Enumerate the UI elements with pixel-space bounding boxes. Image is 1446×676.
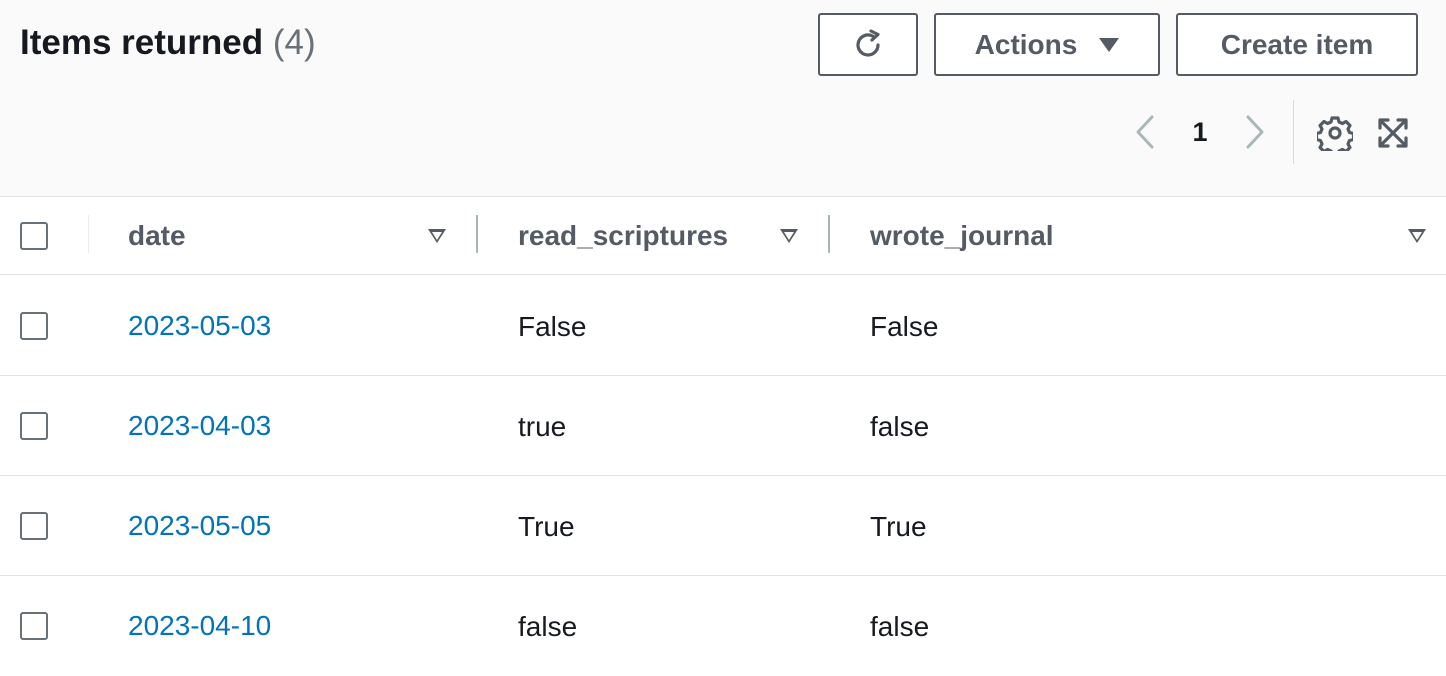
actions-label: Actions (974, 28, 1078, 60)
column-resizer[interactable] (476, 215, 478, 253)
next-page-button[interactable] (1238, 112, 1272, 152)
wrote-journal-cell: false (870, 611, 930, 642)
date-link[interactable]: 2023-04-03 (128, 409, 271, 443)
column-resizer[interactable] (828, 215, 830, 253)
create-item-button[interactable]: Create item (1176, 13, 1418, 76)
read-scriptures-cell: true (518, 411, 567, 442)
table-column-headers: date read_scriptures wrote_journal (0, 197, 1446, 275)
row-checkbox[interactable] (20, 612, 48, 640)
date-link[interactable]: 2023-05-03 (128, 309, 271, 343)
read-scriptures-cell: False (518, 311, 587, 342)
read-scriptures-cell: false (518, 611, 578, 642)
table-row: 2023-05-03 False False (0, 276, 1446, 376)
row-checkbox[interactable] (20, 312, 48, 340)
table-row: 2023-04-10 false false (0, 576, 1446, 676)
item-count: (4) (272, 23, 316, 62)
sort-wrote-journal-icon[interactable] (1408, 229, 1426, 243)
column-header-date[interactable]: date (128, 219, 186, 253)
table-row: 2023-05-05 True True (0, 476, 1446, 576)
preferences-button[interactable] (1314, 112, 1356, 154)
read-scriptures-cell: True (518, 511, 575, 542)
caret-down-icon (1099, 37, 1120, 52)
date-link[interactable]: 2023-05-05 (128, 509, 271, 543)
wrote-journal-cell: false (870, 411, 930, 442)
select-all-checkbox[interactable] (20, 222, 48, 250)
refresh-icon (856, 28, 880, 57)
wrote-journal-cell: False (870, 311, 939, 342)
wrote-journal-cell: True (870, 511, 927, 542)
actions-dropdown-button[interactable]: Actions (934, 13, 1160, 76)
row-checkbox[interactable] (20, 512, 48, 540)
column-header-read-scriptures[interactable]: read_scriptures (518, 219, 728, 253)
page-title: Items returned (4) (20, 22, 316, 64)
column-header-wrote-journal[interactable]: wrote_journal (870, 219, 1054, 253)
table-row: 2023-04-03 true false (0, 376, 1446, 476)
table-header-area: Items returned (4) Actions Create item 1 (0, 0, 1446, 197)
expand-icon (1378, 118, 1408, 148)
previous-page-button[interactable] (1128, 112, 1162, 152)
column-divider (88, 215, 89, 253)
chevron-left-icon (1136, 115, 1154, 149)
current-page-number[interactable]: 1 (1180, 112, 1220, 152)
create-item-label: Create item (1220, 28, 1374, 60)
refresh-button[interactable] (818, 13, 918, 76)
gear-icon (1317, 116, 1353, 151)
sort-date-icon[interactable] (428, 229, 446, 243)
row-checkbox[interactable] (20, 412, 48, 440)
chevron-right-icon (1246, 115, 1264, 149)
title-text: Items returned (20, 23, 264, 62)
fullscreen-button[interactable] (1372, 112, 1414, 154)
sort-read-scriptures-icon[interactable] (780, 229, 798, 243)
pagination-divider (1293, 100, 1294, 164)
date-link[interactable]: 2023-04-10 (128, 609, 271, 643)
